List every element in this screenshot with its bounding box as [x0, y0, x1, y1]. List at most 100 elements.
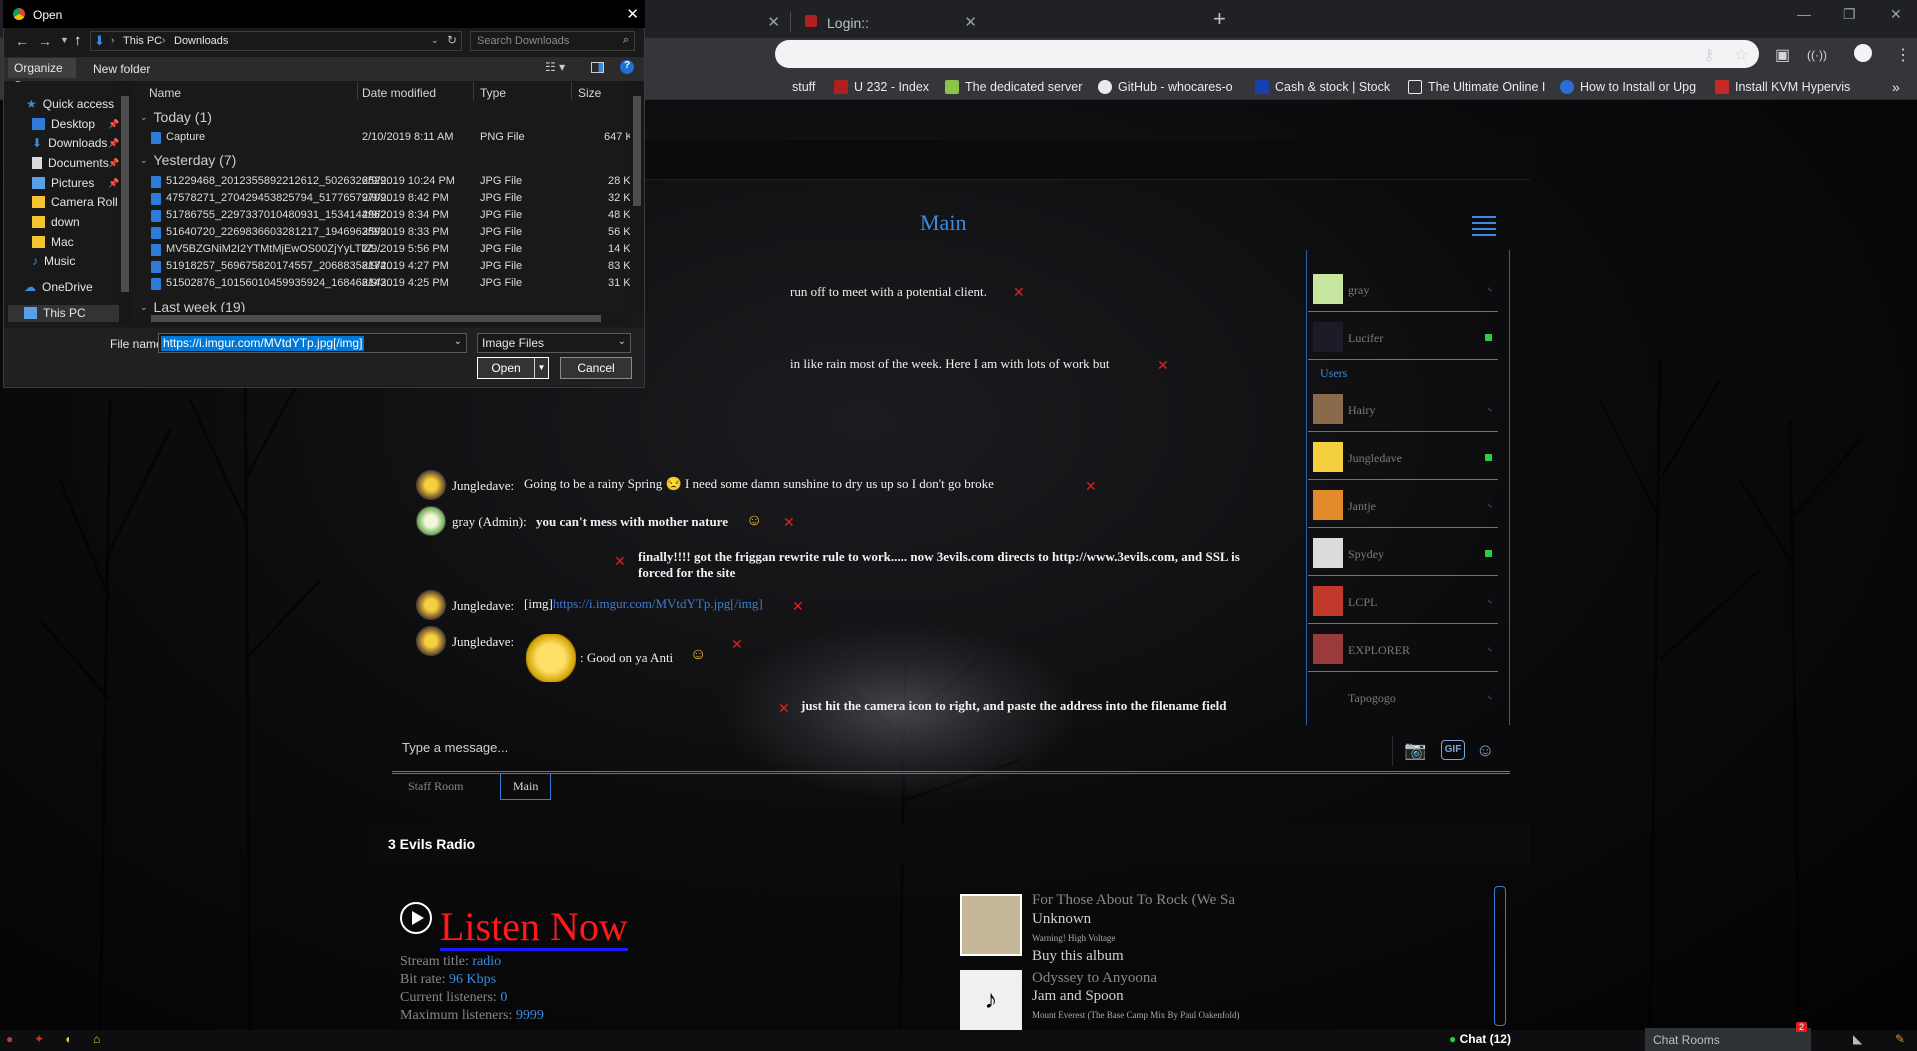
menu-kebab-icon[interactable]: ⋮	[1895, 45, 1911, 65]
bookmark-install-kvm[interactable]: Install KVM Hypervis	[1715, 78, 1853, 96]
new-folder-button[interactable]: New folder	[93, 62, 150, 76]
dialog-close-icon[interactable]: ✕	[626, 5, 639, 23]
nav-documents[interactable]: Documents 📌	[32, 156, 119, 170]
more-bookmarks-icon[interactable]: »	[1892, 78, 1906, 96]
file-row[interactable]: 51918257_569675820174557_20688358174... …	[148, 258, 638, 275]
address-bar[interactable]	[775, 40, 1759, 68]
delete-message-icon[interactable]: ✕	[1157, 358, 1169, 374]
breadcrumb-downloads[interactable]: Downloads	[174, 35, 228, 47]
delete-message-icon[interactable]: ✕	[792, 599, 804, 615]
user-row-gray[interactable]: gray ◟	[1308, 266, 1498, 312]
radio-scrollbar[interactable]	[1494, 886, 1506, 1026]
chat-rooms-button[interactable]: Chat Rooms 2	[1645, 1022, 1811, 1051]
close-icon[interactable]: ✕	[767, 13, 780, 31]
bookmark-u232[interactable]: U 232 - Index	[834, 78, 934, 96]
user-row-jungledave[interactable]: Jungledave	[1308, 434, 1498, 480]
user-row-lcpl[interactable]: LCPL ◟	[1308, 578, 1498, 624]
chat-status-button[interactable]: ● Chat (12)	[1449, 1032, 1511, 1046]
extension-icon[interactable]: ▣	[1775, 45, 1790, 65]
column-name[interactable]: Name	[143, 82, 358, 100]
column-type[interactable]: Type	[474, 82, 572, 100]
file-row[interactable]: 51229468_2012355892212612_5026326529... …	[148, 173, 638, 190]
nav-scroll-thumb[interactable]	[121, 96, 129, 292]
tab-main[interactable]: Main	[500, 774, 552, 800]
column-size[interactable]: Size	[572, 82, 630, 100]
file-type-filter[interactable]: Image Files ⌄	[477, 333, 631, 353]
close-icon[interactable]: ✕	[964, 13, 977, 31]
nav-quick-access[interactable]: ★ Quick access	[26, 97, 114, 111]
nav-this-pc[interactable]: This PC	[24, 306, 86, 320]
nav-down[interactable]: down	[32, 215, 80, 229]
group-today[interactable]: ⌄ Today (1)	[140, 109, 212, 125]
nav-downloads[interactable]: ⬇ Downloads 📌	[32, 136, 119, 150]
split-dropdown-icon[interactable]: ▼	[534, 358, 548, 378]
refresh-icon[interactable]: ↻	[447, 33, 457, 47]
user-row-hairy[interactable]: Hairy ◟	[1308, 386, 1498, 432]
file-row[interactable]: 47578271_270429453825794_51776579709... …	[148, 190, 638, 207]
tab-staff-room[interactable]: Staff Room	[396, 774, 475, 800]
delete-message-icon[interactable]: ✕	[731, 637, 743, 653]
user-row-lucifer[interactable]: Lucifer	[1308, 314, 1498, 360]
delete-message-icon[interactable]: ✕	[778, 701, 790, 717]
scroll-thumb[interactable]	[151, 315, 601, 322]
open-button[interactable]: Open ▼	[477, 357, 549, 379]
search-input[interactable]: Search Downloads ⌕	[470, 31, 635, 51]
column-date[interactable]: Date modified	[356, 82, 474, 100]
bookmark-how-to-install[interactable]: How to Install or Upg	[1560, 78, 1698, 96]
file-row[interactable]: MV5BZGNiM2I2YTMtMjEwOS00ZjYyLTliZ... 2/9…	[148, 241, 638, 258]
taskbar-app-icon[interactable]: ●	[6, 1032, 13, 1046]
breadcrumb-this-pc[interactable]: This PC	[123, 35, 162, 47]
delete-message-icon[interactable]: ✕	[1013, 285, 1025, 301]
user-row-jantje[interactable]: Jantje ◟	[1308, 482, 1498, 528]
cast-icon[interactable]: ((·))	[1807, 48, 1827, 62]
star-icon[interactable]: ☆	[1734, 45, 1748, 65]
bookmark-github[interactable]: GitHub - whocares-o	[1098, 78, 1236, 96]
emoji-picker-icon[interactable]: ☺	[1476, 740, 1494, 761]
hamburger-menu-icon[interactable]	[1472, 216, 1496, 238]
tab-prev[interactable]: ✕	[650, 6, 790, 38]
message-input[interactable]	[392, 732, 1510, 772]
camera-icon[interactable]: 📷	[1404, 740, 1426, 761]
play-icon[interactable]	[400, 902, 432, 934]
nav-mac[interactable]: Mac	[32, 235, 74, 249]
nav-scrollbar[interactable]	[119, 82, 131, 324]
user-row-explorer[interactable]: EXPLORER ◟	[1308, 626, 1498, 672]
bookmark-cash-stock[interactable]: Cash & stock | Stock	[1255, 78, 1393, 96]
delete-message-icon[interactable]: ✕	[1085, 479, 1097, 495]
group-yesterday[interactable]: ⌄ Yesterday (7)	[140, 152, 236, 168]
forward-arrow-icon[interactable]: →	[38, 33, 52, 49]
edit-icon[interactable]: ✎	[1895, 1032, 1905, 1046]
dropdown-chevron-icon[interactable]: ⌄	[454, 336, 462, 347]
user-row-tapogogo[interactable]: Tapogogo ◟	[1308, 674, 1498, 720]
delete-message-icon[interactable]: ✕	[614, 554, 626, 570]
new-tab-plus-icon[interactable]: +	[1213, 6, 1226, 32]
tab-login[interactable]: Login:: ✕	[797, 6, 987, 38]
key-icon[interactable]: ⚷	[1703, 45, 1715, 65]
file-row[interactable]: 51502876_10156010459935924_168468143... …	[148, 275, 638, 292]
minimize-icon[interactable]: —	[1797, 6, 1811, 22]
profile-avatar[interactable]	[1854, 44, 1872, 62]
listen-now-link[interactable]: Listen Now	[440, 906, 628, 951]
view-options-icon[interactable]: ☷ ▾	[545, 60, 565, 74]
file-row[interactable]: Capture 2/10/2019 8:11 AM PNG File 647 K…	[148, 129, 640, 146]
file-row[interactable]: 51640720_2269836603281217_1946963599... …	[148, 224, 638, 241]
help-icon[interactable]: ?	[620, 60, 634, 74]
delete-message-icon[interactable]: ✕	[783, 515, 795, 531]
path-dropdown-icon[interactable]: ⌄	[431, 35, 439, 46]
nav-music[interactable]: ♪ Music	[32, 254, 75, 268]
cancel-button[interactable]: Cancel	[560, 357, 632, 379]
file-list-scrollbar[interactable]	[630, 82, 644, 312]
horizontal-scrollbar[interactable]	[137, 312, 630, 325]
image-link[interactable]: https://i.imgur.com/MVtdYTp.jpg[/img]	[553, 596, 763, 611]
file-row[interactable]: 51786755_2297337010480931_1534144962... …	[148, 207, 638, 224]
nav-desktop[interactable]: Desktop 📌	[32, 117, 119, 131]
taskbar-app-icon[interactable]: ✦	[34, 1032, 44, 1046]
pacman-icon[interactable]: ◖	[64, 1032, 71, 1046]
organize-button[interactable]: Organize ▼	[8, 58, 76, 88]
bookmark-ultimate-online[interactable]: The Ultimate Online I	[1408, 78, 1546, 96]
recent-chevron-icon[interactable]: ▼	[60, 35, 69, 45]
restore-icon[interactable]: ❐	[1843, 6, 1856, 23]
nav-onedrive[interactable]: ☁ OneDrive	[24, 280, 93, 294]
up-arrow-icon[interactable]: ↑	[74, 32, 82, 49]
close-window-icon[interactable]: ✕	[1890, 6, 1902, 23]
